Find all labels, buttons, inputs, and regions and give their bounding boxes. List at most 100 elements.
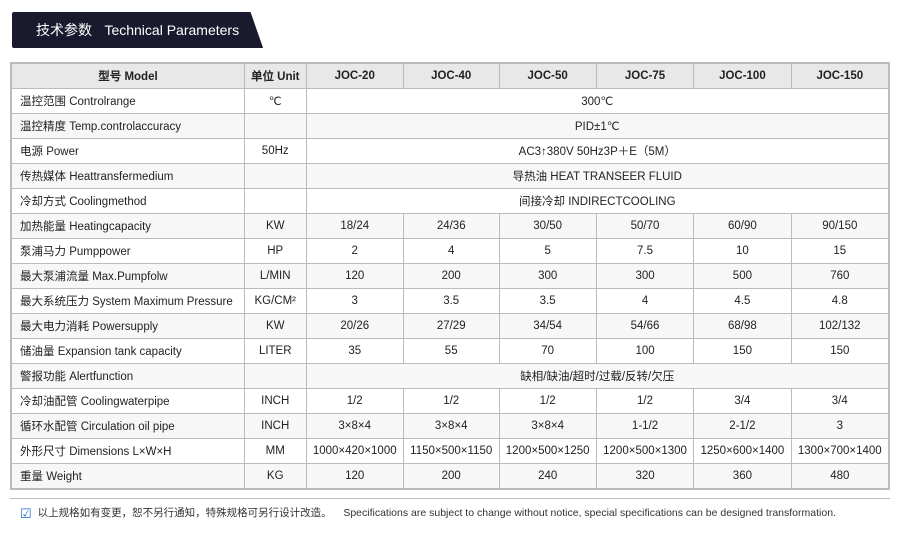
row-label: 最大泵浦流量 Max.Pumpfolw (12, 264, 245, 289)
col-joc150: JOC-150 (791, 64, 888, 89)
row-value: 70 (499, 339, 596, 364)
row-unit: ℃ (244, 89, 306, 114)
row-unit (244, 164, 306, 189)
col-joc50: JOC-50 (499, 64, 596, 89)
table-row: 泵浦马力 PumppowerHP2457.51015 (12, 239, 889, 264)
row-label: 加热能量 Heatingcapacity (12, 214, 245, 239)
table-row: 外形尺寸 Dimensions L×W×HMM1000×420×10001150… (12, 439, 889, 464)
row-value: 3×8×4 (499, 414, 596, 439)
row-value: 1-1/2 (596, 414, 693, 439)
page-header: 技术参数 Technical Parameters (12, 12, 263, 48)
row-value: 3/4 (791, 389, 888, 414)
row-label: 外形尺寸 Dimensions L×W×H (12, 439, 245, 464)
row-value: 1300×700×1400 (791, 439, 888, 464)
row-unit (244, 114, 306, 139)
row-merged-value: AC3↑380V 50Hz3P＋E（5M） (306, 139, 888, 164)
row-value: 150 (694, 339, 791, 364)
table-row: 最大电力消耗 PowersupplyKW20/2627/2934/5454/66… (12, 314, 889, 339)
row-value: 50/70 (596, 214, 693, 239)
row-merged-value: 300℃ (306, 89, 888, 114)
row-unit: 50Hz (244, 139, 306, 164)
row-value: 4.5 (694, 289, 791, 314)
row-value: 1150×500×1150 (403, 439, 499, 464)
row-label: 重量 Weight (12, 464, 245, 489)
table-row: 加热能量 HeatingcapacityKW18/2424/3630/5050/… (12, 214, 889, 239)
row-value: 300 (499, 264, 596, 289)
row-value: 500 (694, 264, 791, 289)
header-cn-title: 技术参数 (36, 22, 92, 38)
row-value: 30/50 (499, 214, 596, 239)
row-unit: KW (244, 314, 306, 339)
row-value: 1/2 (403, 389, 499, 414)
row-value: 90/150 (791, 214, 888, 239)
row-value: 60/90 (694, 214, 791, 239)
row-value: 3/4 (694, 389, 791, 414)
row-label: 温控范围 Controlrange (12, 89, 245, 114)
table-row: 冷却油配管 CoolingwaterpipeINCH1/21/21/21/23/… (12, 389, 889, 414)
row-value: 27/29 (403, 314, 499, 339)
row-value: 3×8×4 (403, 414, 499, 439)
row-value: 200 (403, 464, 499, 489)
row-unit: INCH (244, 389, 306, 414)
row-value: 3.5 (499, 289, 596, 314)
row-value: 4.8 (791, 289, 888, 314)
row-unit: MM (244, 439, 306, 464)
row-value: 4 (596, 289, 693, 314)
row-value: 5 (499, 239, 596, 264)
row-value: 1200×500×1300 (596, 439, 693, 464)
row-value: 10 (694, 239, 791, 264)
spec-table-wrap: 型号 Model 单位 Unit JOC-20 JOC-40 JOC-50 JO… (10, 62, 890, 490)
row-value: 18/24 (306, 214, 403, 239)
row-unit: LITER (244, 339, 306, 364)
row-value: 300 (596, 264, 693, 289)
row-unit (244, 364, 306, 389)
row-value: 3 (791, 414, 888, 439)
table-row: 警报功能 Alertfunction缺相/缺油/超时/过载/反转/欠压 (12, 364, 889, 389)
footer-en-text: Specifications are subject to change wit… (343, 507, 836, 519)
table-row: 重量 WeightKG120200240320360480 (12, 464, 889, 489)
col-joc20: JOC-20 (306, 64, 403, 89)
row-value: 54/66 (596, 314, 693, 339)
row-value: 35 (306, 339, 403, 364)
row-label: 冷却油配管 Coolingwaterpipe (12, 389, 245, 414)
row-value: 20/26 (306, 314, 403, 339)
row-value: 100 (596, 339, 693, 364)
col-joc100: JOC-100 (694, 64, 791, 89)
table-row: 冷却方式 Coolingmethod间接冷却 INDIRECTCOOLING (12, 189, 889, 214)
row-unit: HP (244, 239, 306, 264)
col-unit: 单位 Unit (244, 64, 306, 89)
row-value: 2 (306, 239, 403, 264)
row-value: 1/2 (306, 389, 403, 414)
row-value: 480 (791, 464, 888, 489)
footer-text: 以上规格如有变更，恕不另行通知，特殊规格可另行设计改造。 Specificati… (38, 505, 836, 520)
row-unit (244, 189, 306, 214)
row-value: 1/2 (499, 389, 596, 414)
row-value: 7.5 (596, 239, 693, 264)
row-value: 320 (596, 464, 693, 489)
col-joc40: JOC-40 (403, 64, 499, 89)
col-model: 型号 Model (12, 64, 245, 89)
footer-check-icon: ☑ (20, 506, 32, 522)
header-title: 技术参数 Technical Parameters (28, 22, 239, 39)
row-value: 55 (403, 339, 499, 364)
spec-table: 型号 Model 单位 Unit JOC-20 JOC-40 JOC-50 JO… (11, 63, 889, 489)
row-unit: L/MIN (244, 264, 306, 289)
row-value: 360 (694, 464, 791, 489)
col-joc75: JOC-75 (596, 64, 693, 89)
footer-cn-text: 以上规格如有变更，恕不另行通知，特殊规格可另行设计改造。 (38, 507, 332, 519)
row-merged-value: 导热油 HEAT TRANSEER FLUID (306, 164, 888, 189)
row-value: 4 (403, 239, 499, 264)
table-row: 储油量 Expansion tank capacityLITER35557010… (12, 339, 889, 364)
row-label: 最大电力消耗 Powersupply (12, 314, 245, 339)
row-value: 120 (306, 264, 403, 289)
table-row: 传热媒体 Heattransfermedium导热油 HEAT TRANSEER… (12, 164, 889, 189)
table-row: 最大系统压力 System Maximum PressureKG/CM²33.5… (12, 289, 889, 314)
table-row: 电源 Power50HzAC3↑380V 50Hz3P＋E（5M） (12, 139, 889, 164)
row-value: 760 (791, 264, 888, 289)
row-merged-value: 缺相/缺油/超时/过载/反转/欠压 (306, 364, 888, 389)
row-unit: KG (244, 464, 306, 489)
row-label: 循环水配管 Circulation oil pipe (12, 414, 245, 439)
header-en-title: Technical Parameters (104, 22, 239, 38)
row-value: 34/54 (499, 314, 596, 339)
row-value: 1250×600×1400 (694, 439, 791, 464)
